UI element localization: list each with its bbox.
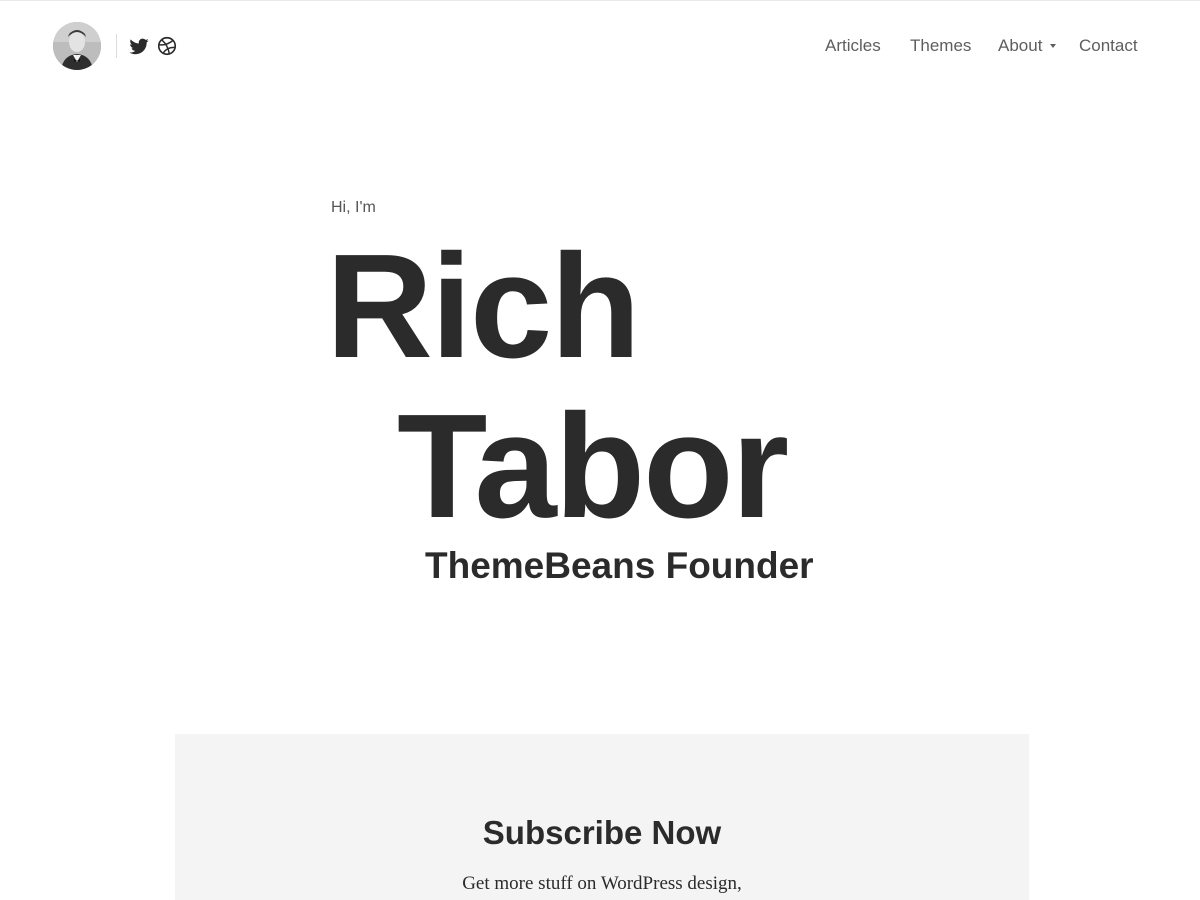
subscribe-title: Subscribe Now: [482, 814, 722, 851]
nav-about[interactable]: About: [998, 35, 1042, 57]
nav-themes[interactable]: Themes: [910, 35, 971, 57]
nav-articles[interactable]: Articles: [825, 35, 881, 57]
hero-role: ThemeBeans Founder: [425, 545, 814, 586]
avatar[interactable]: [53, 22, 101, 70]
top-border: [0, 0, 1200, 1]
nav-contact[interactable]: Contact: [1079, 35, 1138, 57]
dribbble-link[interactable]: [156, 35, 178, 57]
hero-last-name: Tabor: [397, 384, 789, 549]
subscribe-description: Get more stuff on WordPress design,: [462, 873, 742, 894]
twitter-link[interactable]: [128, 35, 150, 57]
header-divider: [116, 34, 117, 58]
twitter-icon: [129, 38, 149, 55]
avatar-portrait-icon: [53, 22, 101, 70]
hero-greeting: Hi, I'm: [331, 199, 376, 216]
dribbble-icon: [157, 36, 177, 56]
hero-first-name: Rich: [326, 224, 641, 389]
about-dropdown-caret-icon[interactable]: [1050, 44, 1056, 48]
subscribe-panel: Subscribe Now Get more stuff on WordPres…: [175, 734, 1029, 900]
